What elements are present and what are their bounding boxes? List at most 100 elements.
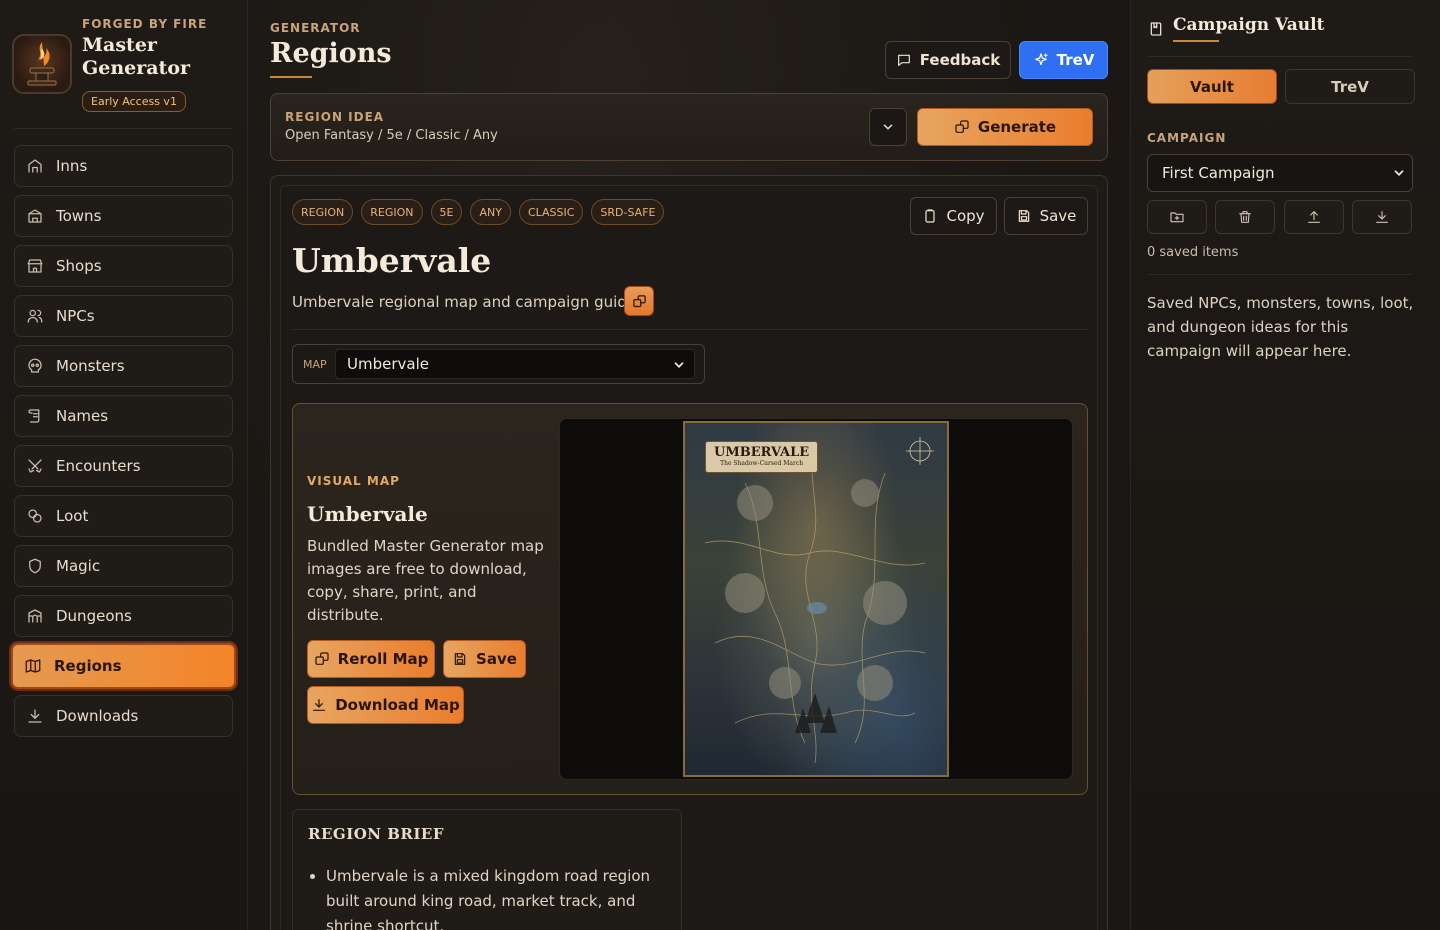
campaign-select-value: First Campaign [1162,164,1275,182]
brand-tagline: FORGED BY FIRE [82,17,208,31]
download-icon [26,707,44,725]
delete-campaign-button[interactable] [1215,200,1275,234]
save-icon [1018,210,1029,222]
region-map-image[interactable]: UMBERVALE The Shadow-Cursed March [683,421,949,777]
clipboard-icon [925,209,936,223]
feedback-label: Feedback [919,51,1001,69]
region-title: Umbervale [292,241,492,280]
sidebar-item-shops[interactable]: Shops [14,245,233,287]
map-select[interactable]: Umbervale [335,349,695,379]
download-map-label: Download Map [335,696,460,714]
sidebar-item-label: Towns [56,207,102,225]
idea-options-toggle[interactable] [869,108,907,146]
sidebar-item-monsters[interactable]: Monsters [14,345,233,387]
sidebar-divider [14,128,233,129]
skull-icon [26,357,44,375]
save-map-button[interactable]: Save [443,640,526,678]
trev-button[interactable]: TreV [1019,41,1108,79]
region-idea-text: Open Fantasy / 5e / Classic / Any [285,128,498,143]
campaign-select[interactable]: First Campaign [1147,154,1413,192]
main-content: GENERATOR Regions Feedback TreV REGION I… [248,0,1130,930]
tag-chip: CLASSIC [518,199,584,225]
campaign-vault-panel: Campaign Vault Vault TreV CAMPAIGN First… [1130,0,1440,930]
visual-map-card: VISUAL MAP Umbervale Bundled Master Gene… [292,403,1088,795]
list-item: Umbervale is a mixed kingdom road region… [326,864,661,930]
sidebar: FORGED BY FIRE Master Generator Early Ac… [0,0,248,930]
map-terrain [704,437,934,764]
town-icon [26,207,44,225]
page-eyebrow: GENERATOR [270,21,361,35]
page-title: Regions [270,38,392,69]
sidebar-item-label: Encounters [56,457,141,475]
shield-icon [26,557,44,575]
map-select-group: MAP Umbervale [292,344,705,384]
sidebar-item-inns[interactable]: Inns [14,145,233,187]
reroll-subtitle-button[interactable] [624,286,654,316]
trash-icon [1239,211,1251,223]
users-icon [26,307,44,325]
sidebar-item-label: Shops [56,257,102,275]
generate-button[interactable]: Generate [917,108,1093,146]
sidebar-item-magic[interactable]: Magic [14,545,233,587]
tag-chips: REGION REGION 5E ANY CLASSIC SRD-SAFE [292,199,665,225]
tab-vault[interactable]: Vault [1147,69,1277,104]
vault-title: Campaign Vault [1173,15,1325,35]
map-label-subtitle: The Shadow-Cursed March [720,460,804,467]
sidebar-item-downloads[interactable]: Downloads [14,695,233,737]
map-frame: UMBERVALE The Shadow-Cursed March [559,418,1073,780]
region-idea-card: REGION IDEA Open Fantasy / 5e / Classic … [270,93,1108,161]
chevron-down-icon [674,362,684,368]
bookmark-book-icon [1150,22,1162,36]
generate-label: Generate [977,118,1057,136]
sidebar-item-label: Inns [56,157,88,175]
vault-title-underline [1173,40,1219,42]
map-select-value: Umbervale [347,355,429,373]
sidebar-item-names[interactable]: Names [14,395,233,437]
chevron-down-icon [883,124,893,130]
dice-icon [955,120,969,133]
sidebar-item-towns[interactable]: Towns [14,195,233,237]
vault-divider [1147,274,1413,275]
trev-label: TreV [1056,51,1095,69]
save-label: Save [1039,207,1077,225]
title-underline [270,76,312,78]
map-label-title: UMBERVALE [714,445,810,460]
forge-logo-icon [12,34,72,94]
import-button[interactable] [1352,200,1412,234]
tag-chip: 5E [430,199,463,225]
folder-plus-icon [1170,212,1184,223]
sidebar-item-encounters[interactable]: Encounters [14,445,233,487]
sidebar-item-label: Names [56,407,109,425]
tab-trev[interactable]: TreV [1285,69,1415,104]
download-icon [313,699,326,711]
new-folder-button[interactable] [1147,200,1207,234]
feedback-button[interactable]: Feedback [885,41,1011,79]
copy-label: Copy [946,207,985,225]
reroll-map-button[interactable]: Reroll Map [307,640,435,678]
copy-button[interactable]: Copy [910,197,997,235]
result-card: REGION REGION 5E ANY CLASSIC SRD-SAFE Co… [270,175,1108,930]
section-divider [292,329,1088,330]
save-result-button[interactable]: Save [1004,197,1088,235]
reroll-map-label: Reroll Map [337,650,429,668]
sidebar-item-regions[interactable]: Regions [11,643,236,689]
saved-items-count: 0 saved items [1147,245,1239,260]
save-map-label: Save [476,650,517,668]
vault-empty-message: Saved NPCs, monsters, towns, loot, and d… [1147,294,1414,360]
campaign-label: CAMPAIGN [1147,131,1227,145]
brand-title: Master Generator [82,34,190,79]
export-button[interactable] [1284,200,1344,234]
vault-divider [1147,56,1413,57]
sidebar-item-label: Loot [56,507,89,525]
visual-map-label: VISUAL MAP [307,474,400,488]
download-map-button[interactable]: Download Map [307,686,464,724]
sidebar-item-loot[interactable]: Loot [14,495,233,537]
map-icon [24,657,42,675]
scroll-icon [26,407,44,425]
sidebar-item-label: Magic [56,557,101,575]
sidebar-item-dungeons[interactable]: Dungeons [14,595,233,637]
dungeon-icon [26,607,44,625]
result-inner: REGION REGION 5E ANY CLASSIC SRD-SAFE Co… [280,185,1098,930]
sidebar-item-npcs[interactable]: NPCs [14,295,233,337]
swords-icon [26,457,44,475]
